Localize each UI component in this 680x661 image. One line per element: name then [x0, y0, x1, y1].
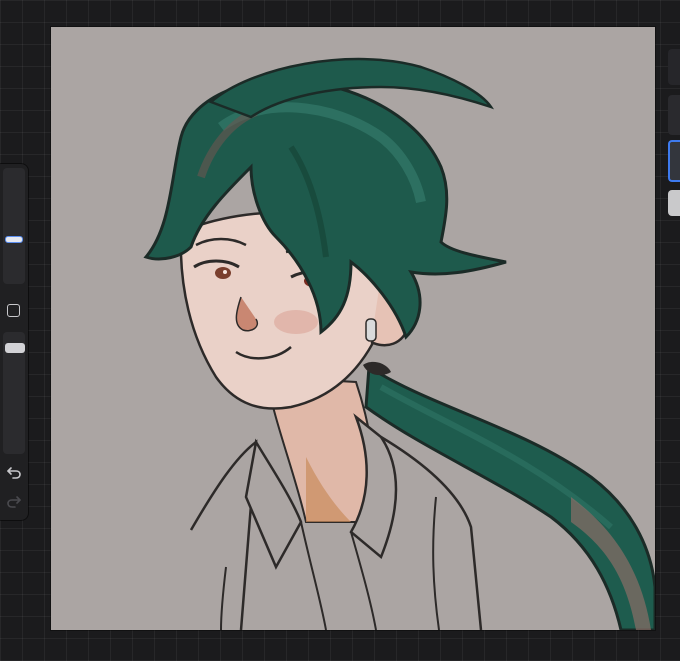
left-sidebar — [0, 164, 28, 520]
layer-thumbnail-selected[interactable] — [668, 140, 680, 182]
layer-thumbnail[interactable] — [668, 49, 680, 85]
layer-thumbnail[interactable] — [668, 95, 680, 135]
undo-icon[interactable] — [5, 463, 23, 481]
brush-opacity-slider[interactable] — [3, 332, 25, 454]
modify-square-icon[interactable] — [7, 304, 20, 317]
layer-thumbnail[interactable] — [668, 190, 680, 216]
artwork-illustration — [143, 57, 655, 630]
brush-size-slider[interactable] — [3, 168, 25, 284]
brush-opacity-slider-thumb[interactable] — [5, 342, 25, 353]
redo-icon[interactable] — [5, 492, 23, 510]
workspace-background — [0, 0, 680, 661]
drawing-canvas[interactable] — [51, 27, 655, 630]
brush-size-slider-thumb[interactable] — [5, 236, 23, 244]
